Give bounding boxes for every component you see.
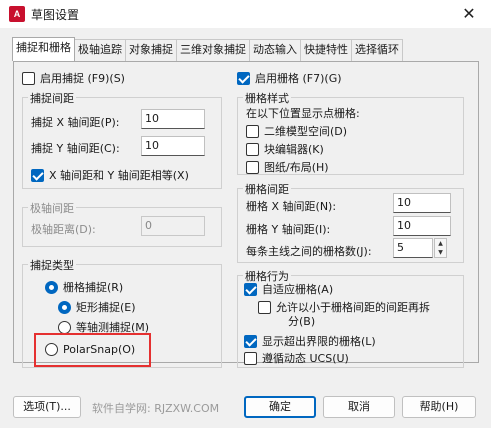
enable-grid-label: 启用栅格 (F7)(G) (255, 72, 342, 85)
tab-selection-cycling[interactable]: 选择循环 (351, 39, 403, 61)
major-line-input[interactable]: 5 (393, 238, 433, 258)
equal-spacing-checkbox[interactable] (31, 168, 44, 182)
enable-grid-row[interactable]: 启用栅格 (F7)(G) (237, 70, 342, 86)
follow-ucs-row[interactable]: 遵循动态 UCS(U) (244, 350, 349, 366)
snap-y-spacing-input[interactable]: 10 (141, 136, 205, 156)
watermark-text: 软件自学网: RJZXW.COM (92, 402, 220, 415)
grid-snap-radio[interactable] (45, 280, 58, 294)
tab-dynamic-input[interactable]: 动态输入 (249, 39, 301, 61)
autocad-app-icon: A (9, 6, 25, 22)
spin-up-icon[interactable]: ▲ (435, 239, 446, 248)
title-bar: A 草图设置 ✕ (0, 0, 491, 28)
snap-type-title: 捕捉类型 (28, 257, 76, 273)
grid-snap-row[interactable]: 栅格捕捉(R) (45, 279, 123, 295)
beyond-limits-row[interactable]: 显示超出界限的栅格(L) (244, 333, 376, 349)
tab-snap-and-grid[interactable]: 捕捉和栅格 (12, 37, 75, 61)
major-line-spinner[interactable]: ▲ ▼ (434, 238, 447, 258)
snap-y-label: 捕捉 Y 轴间距(C): (31, 142, 120, 155)
sheet-layout-checkbox[interactable] (246, 160, 259, 174)
cancel-button[interactable]: 取消 (323, 396, 395, 418)
enable-snap-checkbox[interactable] (22, 71, 35, 85)
window-title: 草图设置 (31, 8, 80, 22)
equal-spacing-row[interactable]: X 轴间距和 Y 轴间距相等(X) (31, 167, 189, 183)
adaptive-grid-row[interactable]: 自适应栅格(A) (244, 281, 333, 297)
model-space-label: 二维模型空间(D) (264, 125, 348, 138)
enable-grid-checkbox[interactable] (237, 71, 250, 85)
equal-spacing-label: X 轴间距和 Y 轴间距相等(X) (49, 169, 189, 182)
tab-polar-tracking[interactable]: 极轴追踪 (74, 39, 126, 61)
snap-x-spacing-input[interactable]: 10 (141, 109, 205, 129)
follow-ucs-checkbox[interactable] (244, 351, 257, 365)
beyond-limits-label: 显示超出界限的栅格(L) (262, 335, 376, 348)
block-editor-label: 块编辑器(K) (264, 143, 324, 156)
beyond-limits-checkbox[interactable] (244, 334, 257, 348)
grid-y-spacing-input[interactable]: 10 (393, 216, 451, 236)
enable-snap-row[interactable]: 启用捕捉 (F9)(S) (22, 70, 125, 86)
rect-snap-label: 矩形捕捉(E) (76, 301, 136, 314)
tab-strip: 捕捉和栅格 极轴追踪 对象捕捉 三维对象捕捉 动态输入 快捷特性 选择循环 (12, 37, 403, 61)
sheet-layout-label: 图纸/布局(H) (264, 161, 329, 174)
subdivide-checkbox[interactable] (258, 300, 271, 314)
close-icon[interactable]: ✕ (459, 4, 479, 24)
grid-style-title: 栅格样式 (243, 90, 291, 106)
sheet-layout-row[interactable]: 图纸/布局(H) (246, 159, 329, 175)
block-editor-checkbox[interactable] (246, 142, 259, 156)
snap-x-label: 捕捉 X 轴间距(P): (31, 116, 120, 129)
polar-distance-input[interactable]: 0 (141, 216, 205, 236)
subdivide-label-line2: 分(B) (288, 315, 316, 328)
polar-distance-label: 极轴距离(D): (31, 223, 96, 236)
ok-button[interactable]: 确定 (244, 396, 316, 418)
help-button[interactable]: 帮助(H) (402, 396, 476, 418)
rect-snap-row[interactable]: 矩形捕捉(E) (58, 299, 136, 315)
polar-spacing-title: 极轴间距 (28, 200, 76, 216)
model-space-checkbox[interactable] (246, 124, 259, 138)
grid-y-label: 栅格 Y 轴间距(I): (246, 223, 331, 236)
enable-snap-label: 启用捕捉 (F9)(S) (40, 72, 125, 85)
grid-x-spacing-input[interactable]: 10 (393, 193, 451, 213)
tab-3d-object-snap[interactable]: 三维对象捕捉 (176, 39, 250, 61)
subdivide-row[interactable]: 允许以小于栅格间距的间距再拆 (258, 299, 430, 315)
model-space-row[interactable]: 二维模型空间(D) (246, 123, 347, 139)
highlight-box (34, 333, 151, 367)
major-line-label: 每条主线之间的栅格数(J): (246, 245, 372, 258)
snap-spacing-title: 捕捉间距 (28, 90, 76, 106)
block-editor-row[interactable]: 块编辑器(K) (246, 141, 324, 157)
grid-snap-label: 栅格捕捉(R) (63, 281, 124, 294)
tab-object-snap[interactable]: 对象捕捉 (125, 39, 177, 61)
tab-quick-properties[interactable]: 快捷特性 (300, 39, 352, 61)
grid-spacing-title: 栅格间距 (243, 181, 291, 197)
adaptive-grid-label: 自适应栅格(A) (262, 283, 334, 296)
adaptive-grid-checkbox[interactable] (244, 282, 257, 296)
options-button[interactable]: 选项(T)... (13, 396, 81, 418)
rect-snap-radio[interactable] (58, 300, 71, 314)
follow-ucs-label: 遵循动态 UCS(U) (262, 352, 349, 365)
iso-snap-radio[interactable] (58, 320, 71, 334)
grid-x-label: 栅格 X 轴间距(N): (246, 200, 337, 213)
spin-down-icon[interactable]: ▼ (435, 248, 446, 257)
grid-style-description: 在以下位置显示点栅格: (246, 107, 360, 120)
